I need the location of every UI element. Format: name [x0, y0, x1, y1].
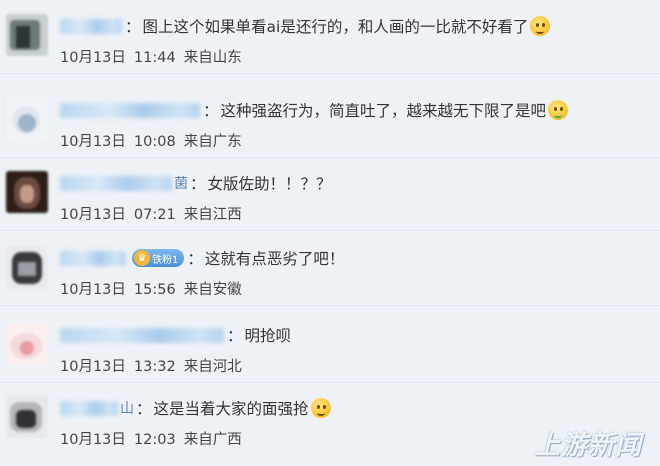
username-tail[interactable]: 菌	[174, 173, 188, 193]
comment-date: 10月13日	[60, 359, 126, 375]
username[interactable]	[60, 327, 224, 343]
comment-source: 来自山东	[183, 50, 242, 66]
comment-source: 来自广西	[183, 432, 242, 448]
fan-badge[interactable]: ♛ 铁粉1	[132, 249, 185, 267]
comment-meta: 10月13日 12:03 来自广西	[60, 428, 242, 449]
avatar[interactable]	[6, 98, 48, 140]
avatar[interactable]	[6, 14, 48, 56]
username-tail[interactable]: 山	[120, 398, 134, 418]
avatar[interactable]	[6, 171, 48, 213]
comment-time: 15:56	[133, 282, 176, 298]
comment-meta: 10月13日 11:44 来自山东	[60, 46, 242, 67]
comment-text-line: ： 明抢呗	[60, 323, 291, 347]
colon-separator: ：	[227, 327, 243, 345]
username[interactable]	[60, 400, 118, 416]
comment-text: 这就有点恶劣了吧！	[204, 250, 345, 268]
comment-text: 图上这个如果单看ai是还行的，和人画的一比就不好看了	[142, 18, 529, 36]
comment-date: 10月13日	[60, 282, 126, 298]
comment-text: 明抢呗	[244, 327, 292, 345]
comment-text-line: 山 ： 这是当着大家的面强抢	[60, 396, 331, 420]
username[interactable]	[60, 18, 122, 34]
username[interactable]	[60, 175, 172, 191]
fan-badge-label: 铁粉1	[152, 254, 179, 266]
comment-meta: 10月13日 13:32 来自河北	[60, 355, 242, 376]
avatar[interactable]	[6, 246, 48, 288]
comment-source: 来自安徽	[183, 282, 242, 298]
comment-time: 11:44	[133, 50, 176, 66]
comment-item: ： 明抢呗 10月13日 13:32 来自河北	[0, 309, 660, 383]
comment-time: 07:21	[133, 207, 176, 223]
avatar[interactable]	[6, 323, 48, 365]
crying-face-emoji-icon	[310, 398, 331, 418]
comment-text-line: ： 图上这个如果单看ai是还行的，和人画的一比就不好看了	[60, 14, 551, 38]
comment-meta: 10月13日 10:08 来自广东	[60, 130, 242, 151]
comment-source: 来自江西	[183, 207, 242, 223]
colon-separator: ：	[203, 102, 219, 120]
colon-separator: ：	[136, 400, 152, 418]
comment-meta: 10月13日 07:21 来自江西	[60, 203, 242, 224]
colon-separator: ：	[187, 250, 203, 268]
username[interactable]	[60, 250, 126, 266]
comment-text-line: 菌 ： 女版佐助！！？？	[60, 171, 332, 195]
avatar[interactable]	[6, 396, 48, 438]
username[interactable]	[60, 102, 200, 118]
comment-text: 女版佐助！！？？	[207, 175, 332, 193]
comment-item: ： 这种强盗行为，简直吐了，越来越无下限了是吧 10月13日 10:08 来自广东	[0, 84, 660, 158]
watermark-logo: 上游新闻	[533, 431, 642, 461]
comment-date: 10月13日	[60, 50, 126, 66]
comment-source: 来自广东	[183, 134, 242, 150]
comment-date: 10月13日	[60, 134, 126, 150]
comment-meta: 10月13日 15:56 来自安徽	[60, 278, 242, 299]
comment-text-line: ： 这种强盗行为，简直吐了，越来越无下限了是吧	[60, 98, 569, 122]
comment-source: 来自河北	[183, 359, 242, 375]
vomiting-face-emoji-icon	[548, 100, 569, 120]
crown-icon: ♛	[134, 250, 150, 266]
comment-time: 12:03	[133, 432, 176, 448]
comment-date: 10月13日	[60, 432, 126, 448]
comment-text: 这是当着大家的面强抢	[153, 400, 309, 418]
comment-item: ： 图上这个如果单看ai是还行的，和人画的一比就不好看了 10月13日 11:44…	[0, 0, 660, 74]
comment-item: 菌 ： 女版佐助！！？？ 10月13日 07:21 来自江西	[0, 157, 660, 231]
comment-text: 这种强盗行为，简直吐了，越来越无下限了是吧	[220, 102, 547, 120]
colon-separator: ：	[125, 18, 141, 36]
thinking-face-emoji-icon	[530, 16, 551, 36]
comment-time: 10:08	[133, 134, 176, 150]
comment-time: 13:32	[133, 359, 176, 375]
comment-item: ♛ 铁粉1 ： 这就有点恶劣了吧！ 10月13日 15:56 来自安徽	[0, 232, 660, 306]
comment-text-line: ♛ 铁粉1 ： 这就有点恶劣了吧！	[60, 246, 344, 270]
comment-list: ： 图上这个如果单看ai是还行的，和人画的一比就不好看了 10月13日 11:44…	[0, 0, 660, 466]
colon-separator: ：	[190, 175, 206, 193]
comment-date: 10月13日	[60, 207, 126, 223]
